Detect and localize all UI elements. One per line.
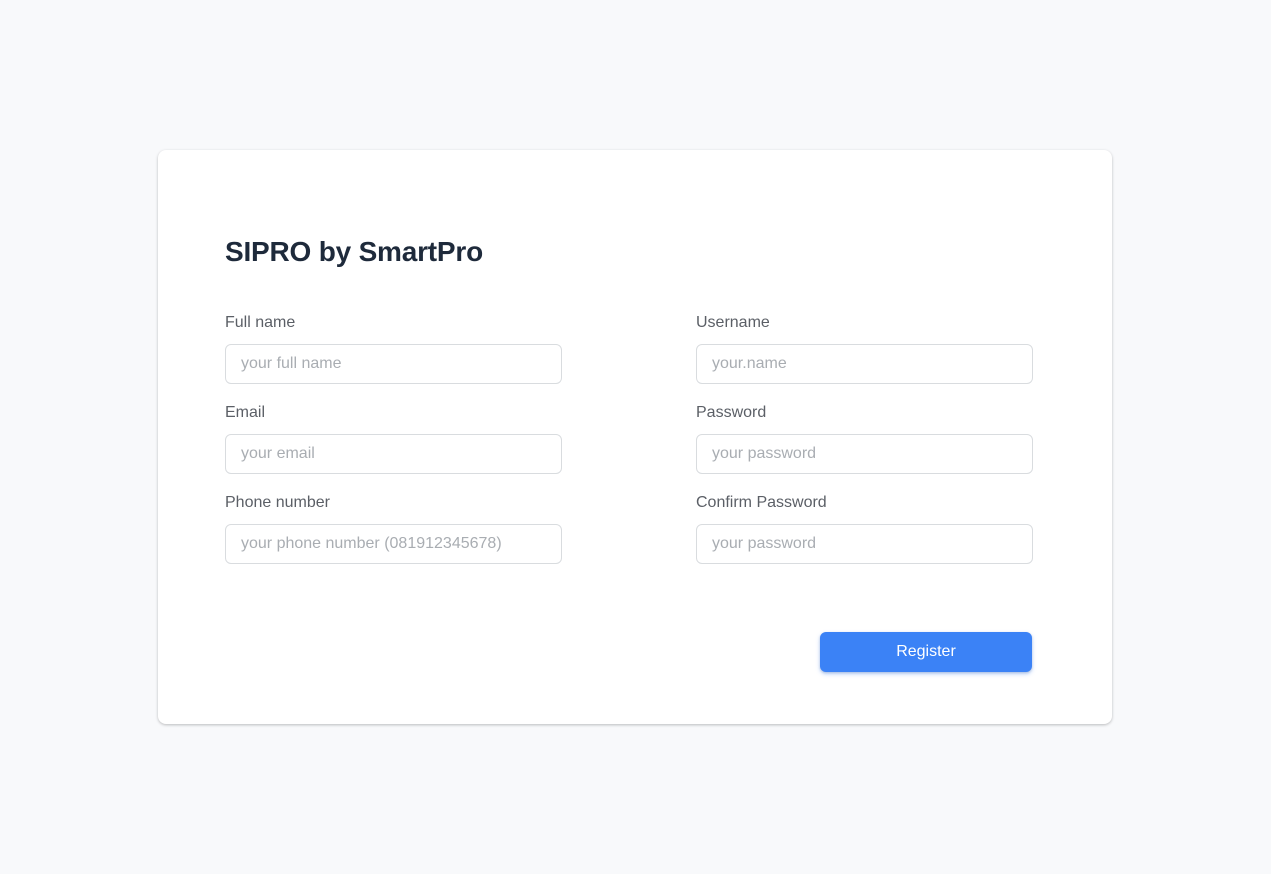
full-name-input[interactable]	[225, 344, 562, 384]
email-group: Email	[225, 403, 562, 474]
full-name-group: Full name	[225, 313, 562, 384]
email-label: Email	[225, 404, 266, 421]
phone-group: Phone number	[225, 493, 562, 564]
page-title: SIPRO by SmartPro	[225, 236, 484, 267]
password-input[interactable]	[696, 434, 1033, 474]
register-card: SIPRO by SmartPro Full name Username Ema…	[158, 150, 1112, 724]
password-group: Password	[696, 403, 1033, 474]
confirm-password-group: Confirm Password	[696, 493, 1033, 564]
register-button[interactable]: Register	[820, 632, 1032, 672]
email-input[interactable]	[225, 434, 562, 474]
password-label: Password	[696, 404, 767, 421]
username-group: Username	[696, 313, 1033, 384]
full-name-label: Full name	[225, 314, 296, 331]
confirm-password-label: Confirm Password	[696, 494, 827, 511]
confirm-password-input[interactable]	[696, 524, 1033, 564]
username-label: Username	[696, 314, 770, 331]
phone-label: Phone number	[225, 494, 330, 511]
username-input[interactable]	[696, 344, 1033, 384]
phone-input[interactable]	[225, 524, 562, 564]
